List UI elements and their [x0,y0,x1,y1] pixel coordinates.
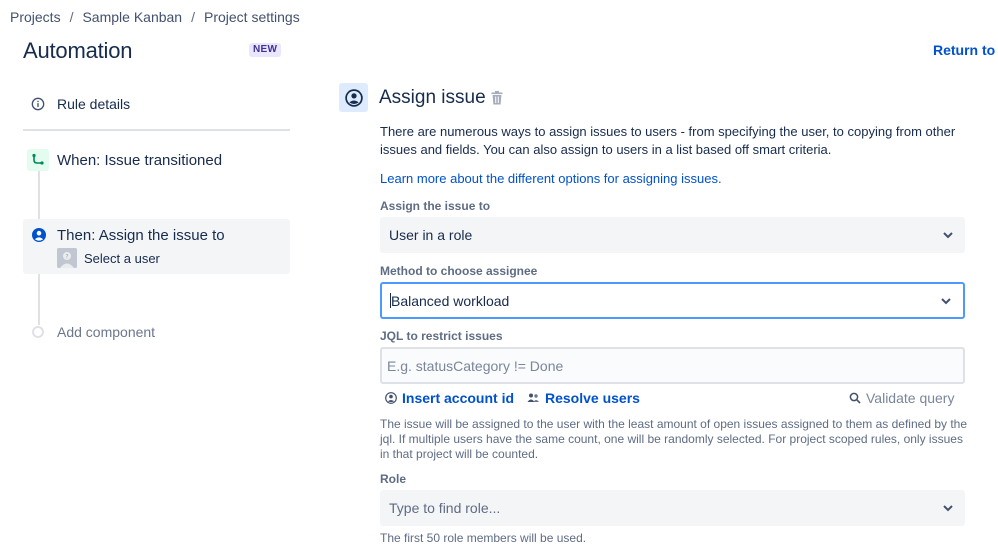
breadcrumb-separator: / [69,9,74,25]
svg-text:?: ? [65,254,68,261]
panel-description: There are numerous ways to assign issues… [380,124,956,157]
action-item[interactable]: Then: Assign the issue to ? Select a use… [23,219,290,274]
learn-more-link[interactable]: Learn more about the different options f… [380,171,722,186]
breadcrumb: Projects / Sample Kanban / Project setti… [10,9,300,25]
breadcrumb-project-settings[interactable]: Project settings [204,9,300,25]
avatar: ? [57,248,77,268]
user-circle-icon [32,228,46,242]
add-component-item[interactable]: Add component [32,324,155,340]
method-select[interactable]: Balanced workload [380,282,965,319]
rule-details-label: Rule details [57,96,131,112]
chevron-down-icon [943,505,953,512]
info-icon [31,97,45,111]
return-to-list-link[interactable]: Return to li [933,42,998,58]
insert-account-id-label: Insert account id [402,390,515,406]
search-icon [849,392,861,404]
role-label: Role [380,472,407,486]
assign-to-label: Assign the issue to [380,199,491,213]
trigger-label: When: Issue transitioned [57,151,223,169]
people-icon [527,393,539,402]
validate-query-label: Validate query [866,390,955,406]
sidebar-divider [23,129,290,131]
trash-icon[interactable] [491,91,503,105]
branch-icon [27,149,49,171]
person-icon [385,392,397,404]
assign-to-select[interactable]: User in a role [380,217,965,253]
method-value: Balanced workload [391,292,510,309]
resolve-users-button[interactable]: Resolve users [527,390,640,406]
new-badge: NEW [249,43,282,57]
role-select[interactable]: Type to find role... [380,490,965,526]
jql-help-text: The issue will be assigned to the user w… [380,417,968,461]
action-subtitle: Select a user [84,251,160,266]
resolve-users-label: Resolve users [545,390,640,406]
action-title: Then: Assign the issue to [57,227,225,244]
breadcrumb-sample-kanban[interactable]: Sample Kanban [82,9,182,25]
jql-placeholder: E.g. statusCategory != Done [387,357,564,374]
breadcrumb-projects[interactable]: Projects [10,9,61,25]
method-label: Method to choose assignee [380,264,538,278]
jql-input[interactable]: E.g. statusCategory != Done [380,347,965,384]
trigger-item[interactable]: When: Issue transitioned [27,149,222,171]
role-help-text: The first 50 role members will be used. [380,531,587,545]
panel-user-circle-icon [339,83,368,112]
rule-details-item[interactable]: Rule details [31,96,130,112]
add-component-label: Add component [57,324,156,340]
breadcrumb-separator: / [191,9,195,25]
insert-account-id-button[interactable]: Insert account id [385,390,514,406]
role-placeholder: Type to find role... [389,500,501,516]
page-title: Automation [23,38,133,63]
assign-to-value: User in a role [389,227,473,243]
add-component-dot-icon [32,326,44,338]
validate-query-button[interactable]: Validate query [849,390,954,406]
chevron-down-icon [943,232,953,239]
chevron-down-icon [941,297,951,304]
panel-title: Assign issue [379,87,486,108]
jql-label: JQL to restrict issues [380,329,503,343]
